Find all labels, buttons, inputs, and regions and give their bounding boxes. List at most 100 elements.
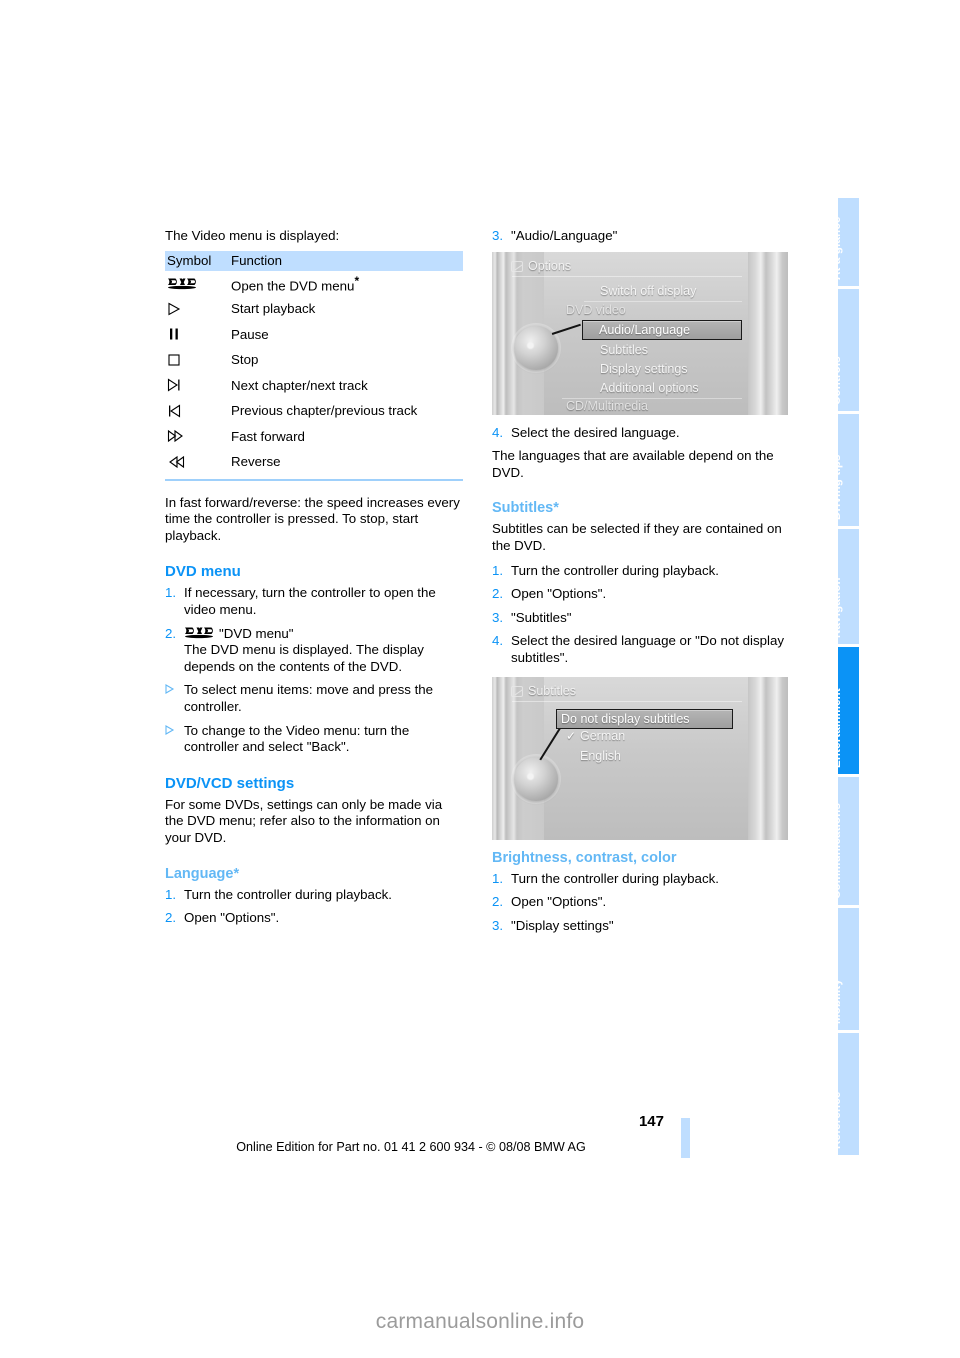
manual-page: At a glance Controls Driving tips Naviga…	[0, 0, 960, 1358]
step-number: 1.	[165, 585, 177, 601]
menu-item-dvd-video[interactable]: DVD video	[566, 303, 626, 317]
list-item: 1. Turn the controller during playback.	[492, 871, 790, 888]
list-item: 1. Turn the controller during playback.	[492, 563, 790, 580]
screen-bezel-right	[748, 676, 788, 840]
previous-chapter-icon	[165, 404, 231, 418]
sidebar-item-navigation[interactable]: Navigation	[838, 528, 859, 644]
left-text-column: The Video menu is displayed: Symbol Func…	[165, 228, 463, 934]
step-number: 3.	[492, 609, 504, 625]
idrive-options-screenshot: Options Switch off display DVD video Aud…	[492, 251, 788, 415]
step-number: 2.	[165, 625, 177, 641]
step-number: 4.	[492, 633, 504, 649]
menu-item-english[interactable]: English	[580, 749, 621, 763]
table-row: Fast forward	[165, 424, 463, 450]
next-chapter-icon	[165, 378, 231, 392]
list-item: 2. Open "Options".	[492, 894, 790, 911]
heading-dvd-menu: DVD menu	[165, 563, 241, 581]
list-item: To change to the Video menu: turn the co…	[165, 723, 463, 756]
heading-brightness-contrast-color: Brightness, contrast, color	[492, 849, 677, 866]
menu-item-display-settings[interactable]: Display settings	[600, 362, 688, 376]
step-text: Open "Options".	[184, 910, 280, 926]
step-quoted-label: "DVD menu"	[219, 625, 294, 641]
tab-label: Entertainment	[838, 688, 843, 769]
sidebar-item-communications[interactable]: Communications	[838, 777, 859, 906]
tab-label: At a glance	[838, 216, 843, 280]
menu-divider	[584, 300, 742, 302]
step-text: "Subtitles"	[511, 609, 572, 625]
menu-item-german[interactable]: German	[580, 729, 625, 743]
subtitles-gear-icon	[511, 685, 523, 697]
table-cell-function: Stop	[231, 352, 259, 368]
right-text-column: 3. "Audio/Language" Options Switch off d…	[492, 228, 790, 941]
table-row: Open the DVD menu*	[165, 271, 463, 297]
cell-text: Open the DVD menu	[231, 278, 355, 294]
menu-item-audio-language[interactable]: Audio/Language	[582, 319, 742, 340]
tab-label: Controls	[838, 355, 843, 405]
list-item: 2. Open "Options".	[492, 586, 790, 603]
table-cell-function: Next chapter/next track	[231, 377, 368, 393]
colophon-line: Online Edition for Part no. 01 41 2 600 …	[236, 1140, 586, 1154]
video-menu-intro: The Video menu is displayed:	[165, 228, 340, 243]
column-header-function: Function	[231, 253, 282, 269]
step-number: 1.	[492, 562, 504, 578]
step-text: "DVD menu" The DVD menu is displayed. Th…	[184, 626, 463, 676]
step-number: 1.	[492, 870, 504, 886]
sidebar-item-entertainment[interactable]: Entertainment	[838, 646, 859, 775]
fast-forward-note: In fast forward/reverse: the speed incre…	[165, 494, 460, 543]
idrive-subtitles-screenshot: Subtitles Do not display subtitles ✓ Ger…	[492, 676, 788, 840]
menu-item-switch-off-display[interactable]: Switch off display	[600, 284, 696, 298]
subtitles-steps: 1. Turn the controller during playback. …	[492, 563, 790, 667]
dvd-logo-icon	[184, 626, 214, 639]
table-cell-function: Open the DVD menu*	[231, 274, 463, 293]
sidebar-item-at-a-glance[interactable]: At a glance	[838, 198, 859, 286]
list-item: 4. Select the desired language.	[492, 425, 790, 442]
list-item: 1. If necessary, turn the controller to …	[165, 585, 463, 618]
subtitles-intro: Subtitles can be selected if they are co…	[492, 521, 782, 553]
menu-item-cd-multimedia[interactable]: CD/Multimedia	[566, 399, 648, 413]
dvd-menu-steps: 1. If necessary, turn the controller to …	[165, 585, 463, 755]
play-icon	[165, 302, 231, 316]
table-row: Reverse	[165, 449, 463, 475]
sidebar-item-mobility[interactable]: Mobility	[838, 908, 859, 1031]
step-number: 2.	[492, 894, 504, 910]
menu-item-subtitles[interactable]: Subtitles	[600, 343, 648, 357]
sidebar-item-controls[interactable]: Controls	[838, 288, 859, 411]
tab-label: Communications	[838, 803, 843, 900]
step-number: 4.	[492, 424, 504, 440]
table-cell-function: Start playback	[231, 301, 316, 317]
heading-subtitles: Subtitles*	[492, 500, 559, 517]
screen-title: Subtitles	[528, 683, 576, 698]
fast-forward-icon	[165, 429, 231, 443]
list-item: 3. "Subtitles"	[492, 610, 790, 627]
screen-title: Options	[528, 258, 572, 273]
step-text: If necessary, turn the controller to ope…	[184, 585, 436, 617]
sidebar-item-reference[interactable]: Reference	[838, 1033, 859, 1155]
list-item: 2. "DVD menu" The DVD menu is displayed.…	[165, 626, 463, 676]
dvd-logo-icon	[165, 277, 231, 290]
table-header-row: Symbol Function	[165, 250, 463, 271]
table-row: Stop	[165, 347, 463, 373]
menu-item-do-not-display-subtitles[interactable]: Do not display subtitles	[556, 708, 733, 729]
stop-icon	[165, 353, 231, 367]
list-item: 4. Select the desired language or "Do no…	[492, 633, 790, 666]
list-item: 1. Turn the controller during playback.	[165, 887, 463, 904]
step-text: Open "Options".	[511, 586, 607, 602]
page-number: 147	[638, 1113, 664, 1130]
sidebar-item-driving-tips[interactable]: Driving tips	[838, 413, 859, 526]
symbol-function-table: Symbol Function Open the DVD menu* Start…	[165, 250, 463, 481]
step-number: 2.	[165, 910, 177, 926]
tab-label: Driving tips	[838, 454, 843, 520]
triangle-bullet-icon	[165, 682, 184, 715]
checkmark-icon: ✓	[566, 728, 577, 743]
heading-dvd-vcd-settings: DVD/VCD settings	[165, 774, 295, 792]
brightness-steps: 1. Turn the controller during playback. …	[492, 871, 790, 935]
callout-leader-line	[551, 323, 581, 335]
dvd-vcd-settings-text: For some DVDs, settings can only be made…	[165, 796, 443, 845]
asterisk-marker: *	[354, 273, 360, 288]
step-text: Turn the controller during playback.	[511, 870, 719, 886]
menu-item-additional-options[interactable]: Additional options	[600, 381, 699, 395]
chapter-tab-strip: At a glance Controls Driving tips Naviga…	[838, 198, 859, 1158]
column-header-symbol: Symbol	[167, 253, 212, 269]
table-bottom-rule	[165, 478, 463, 481]
tab-label: Reference	[838, 1091, 843, 1149]
